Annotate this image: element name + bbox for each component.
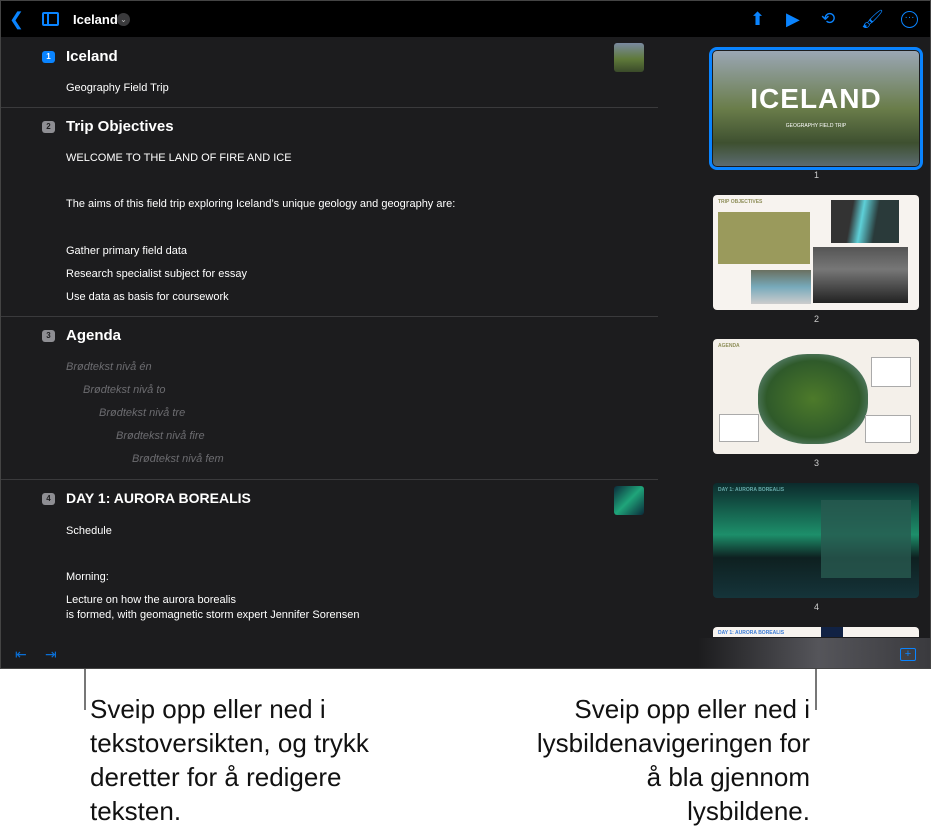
outline-line[interactable]: Lecture on how the aurora borealis <box>66 593 236 607</box>
add-slide-icon[interactable]: + <box>900 648 916 661</box>
back-chevron-icon[interactable]: ❮ <box>9 9 24 29</box>
placeholder-line[interactable]: Brødtekst nivå fem <box>132 452 224 466</box>
outline-section-4[interactable]: 4 DAY 1: AURORA BOREALIS Schedule Mornin… <box>1 480 658 637</box>
callout-left: Sveip opp eller ned i tekstoversikten, o… <box>90 694 369 826</box>
slide-title[interactable]: DAY 1: AURORA BOREALIS <box>66 490 251 506</box>
slide-title[interactable]: Iceland <box>66 48 118 65</box>
chevron-down-icon[interactable]: ⌄ <box>117 13 130 26</box>
slide-title-text: TRIP OBJECTIVES <box>718 199 763 205</box>
slide-title-text: DAY 1: AURORA BOREALIS <box>718 487 785 493</box>
slide-title-text: AGENDA <box>718 343 740 349</box>
slide-thumbnail-5[interactable]: DAY 1: AURORA BOREALIS <box>713 627 919 637</box>
callout-line-right <box>815 669 817 710</box>
outline-line[interactable]: The aims of this field trip exploring Ic… <box>66 197 455 211</box>
sidebar-icon[interactable] <box>42 12 59 26</box>
text-outline[interactable]: 1 Iceland Geography Field Trip 2 Trip Ob… <box>1 37 691 637</box>
more-icon[interactable]: ··· <box>901 11 918 28</box>
slide-thumbnail-2[interactable]: TRIP OBJECTIVES <box>713 195 919 310</box>
slide-number: 1 <box>813 170 819 180</box>
slide-number-badge: 4 <box>42 493 55 505</box>
format-brush-icon[interactable]: 🖌 <box>861 9 884 29</box>
slide-title[interactable]: Trip Objectives <box>66 118 174 135</box>
keynote-window: ❮ Iceland ⌄ ⬆ ▶ ⟲ 🖌 ··· 1 Iceland Geogra… <box>0 0 931 669</box>
callout-right: Sveip opp eller ned i lysbildenavigering… <box>536 694 810 826</box>
placeholder-line[interactable]: Brødtekst nivå én <box>66 360 152 374</box>
slide-image-thumbnail <box>614 486 644 515</box>
outline-line[interactable]: Research specialist subject for essay <box>66 267 247 281</box>
outdent-icon[interactable]: ⇤ <box>15 646 27 663</box>
document-title[interactable]: Iceland <box>73 12 118 27</box>
outline-line[interactable]: Gather primary field data <box>66 244 187 258</box>
slide-title-text: DAY 1: AURORA BOREALIS <box>718 630 785 636</box>
slide-number: 2 <box>813 314 819 324</box>
slide-number-badge: 2 <box>42 121 55 133</box>
slide-number-badge: 3 <box>42 330 55 342</box>
outline-section-3[interactable]: 3 Agenda Brødtekst nivå én Brødtekst niv… <box>1 317 658 480</box>
slide-subtitle-text: GEOGRAPHY FIELD TRIP <box>785 123 847 129</box>
slide-title-text: ICELAND <box>750 83 882 114</box>
callout-line-left <box>84 669 86 710</box>
slide-image-thumbnail <box>614 43 644 72</box>
outline-line[interactable]: Use data as basis for coursework <box>66 290 229 304</box>
outline-line[interactable]: Morning: <box>66 570 109 584</box>
slide-number: 3 <box>813 458 819 468</box>
toolbar: ❮ Iceland ⌄ ⬆ ▶ ⟲ 🖌 ··· <box>1 1 930 37</box>
indent-icon[interactable]: ⇥ <box>45 646 57 663</box>
slide-thumbnail-3[interactable]: AGENDA <box>713 339 919 454</box>
outline-section-2[interactable]: 2 Trip Objectives WELCOME TO THE LAND OF… <box>1 108 658 317</box>
slide-thumbnail-1[interactable]: ICELAND GEOGRAPHY FIELD TRIP <box>709 47 923 170</box>
slide-number-badge: 1 <box>42 51 55 63</box>
outline-line[interactable]: WELCOME TO THE LAND OF FIRE AND ICE <box>66 151 292 165</box>
slide-number: 4 <box>813 602 819 612</box>
undo-icon[interactable]: ⟲ <box>821 9 835 29</box>
play-icon[interactable]: ▶ <box>786 9 800 29</box>
share-icon[interactable]: ⬆ <box>750 9 765 29</box>
slide-thumbnail-4[interactable]: DAY 1: AURORA BOREALIS <box>713 483 919 598</box>
slide-navigator[interactable]: ICELAND GEOGRAPHY FIELD TRIP 1 TRIP OBJE… <box>701 37 930 637</box>
slide-title[interactable]: Agenda <box>66 327 121 344</box>
bottom-toolbar: ⇤ ⇥ + <box>1 638 930 668</box>
outline-section-1[interactable]: 1 Iceland Geography Field Trip <box>1 37 658 108</box>
placeholder-line[interactable]: Brødtekst nivå fire <box>116 429 205 443</box>
placeholder-line[interactable]: Brødtekst nivå tre <box>99 406 185 420</box>
outline-line[interactable]: Geography Field Trip <box>66 81 169 95</box>
placeholder-line[interactable]: Brødtekst nivå to <box>83 383 166 397</box>
outline-line[interactable]: is formed, with geomagnetic storm expert… <box>66 608 359 622</box>
outline-line[interactable]: Schedule <box>66 524 112 538</box>
